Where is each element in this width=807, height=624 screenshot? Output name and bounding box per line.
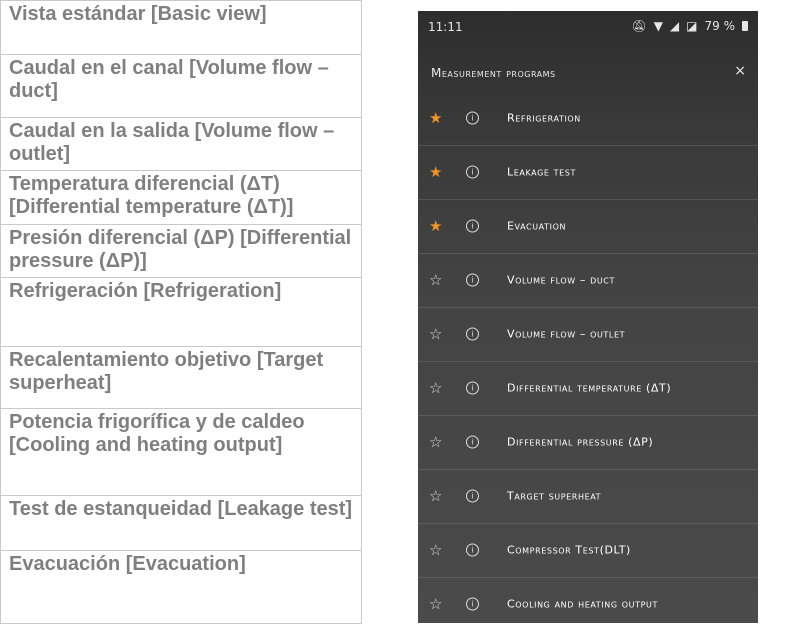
- program-label: Leakage test: [507, 165, 576, 179]
- info-icon[interactable]: i: [466, 597, 479, 611]
- table-cell: Caudal en la salida [Volume flow – outle…: [0, 118, 362, 171]
- table-cell: Temperatura diferencial (ΔT) [Differenti…: [0, 171, 362, 225]
- status-icons: 🔕︎ ▼ ◢ ◪ 79 %: [631, 19, 748, 33]
- info-icon[interactable]: i: [466, 165, 479, 179]
- list-item[interactable]: ☆ i Target superheat: [418, 469, 758, 524]
- star-filled-icon[interactable]: ★: [429, 163, 442, 181]
- list-item[interactable]: ★ i Refrigeration: [418, 91, 758, 146]
- list-item[interactable]: ☆ i Cooling and heating output: [418, 577, 758, 623]
- phone-screenshot: 11:11 🔕︎ ▼ ◢ ◪ 79 % Measurement programs…: [418, 11, 758, 623]
- table-cell: Presión diferencial (ΔP) [Differential p…: [0, 225, 362, 278]
- translation-table: Vista estándar [Basic view] Caudal en el…: [0, 0, 363, 624]
- mute-icon: 🔕︎: [631, 19, 647, 33]
- info-icon[interactable]: i: [466, 219, 479, 233]
- program-label: Volume flow – duct: [507, 273, 615, 287]
- star-outline-icon[interactable]: ☆: [429, 325, 442, 343]
- info-icon[interactable]: i: [466, 543, 479, 557]
- star-filled-icon[interactable]: ★: [429, 109, 442, 127]
- info-icon[interactable]: i: [466, 381, 479, 395]
- header: Measurement programs ×: [418, 56, 758, 96]
- list-item[interactable]: ☆ i Volume flow – duct: [418, 253, 758, 308]
- signal-icon: ◢: [669, 19, 680, 33]
- status-time: 11:11: [428, 20, 463, 34]
- info-icon[interactable]: i: [466, 111, 479, 125]
- program-label: Volume flow – outlet: [507, 327, 626, 341]
- program-label: Compressor Test(DLT): [507, 543, 631, 557]
- star-outline-icon[interactable]: ☆: [429, 379, 442, 397]
- info-icon[interactable]: i: [466, 489, 479, 503]
- battery-percent: 79 %: [704, 19, 736, 33]
- list-item[interactable]: ★ i Evacuation: [418, 199, 758, 254]
- star-outline-icon[interactable]: ☆: [429, 487, 442, 505]
- list-item[interactable]: ☆ i Differential temperature (ΔT): [418, 361, 758, 416]
- program-label: Cooling and heating output: [507, 597, 658, 611]
- list-item[interactable]: ☆ i Volume flow – outlet: [418, 307, 758, 362]
- wifi-icon: ▼: [653, 19, 663, 33]
- list-item[interactable]: ☆ i Compressor Test(DLT): [418, 523, 758, 578]
- table-cell: Vista estándar [Basic view]: [0, 0, 362, 55]
- page-title: Measurement programs: [431, 66, 556, 80]
- table-cell: Caudal en el canal [Volume flow – duct]: [0, 55, 362, 118]
- table-cell: Evacuación [Evacuation]: [0, 551, 362, 624]
- star-filled-icon[interactable]: ★: [429, 217, 442, 235]
- table-cell: Refrigeración [Refrigeration]: [0, 278, 362, 347]
- no-sim-icon: ◪: [686, 19, 698, 33]
- program-label: Target superheat: [507, 489, 602, 503]
- program-label: Evacuation: [507, 219, 567, 233]
- table-cell: Test de estanqueidad [Leakage test]: [0, 496, 362, 551]
- star-outline-icon[interactable]: ☆: [429, 541, 442, 559]
- program-label: Differential pressure (ΔP): [507, 435, 654, 449]
- info-icon[interactable]: i: [466, 327, 479, 341]
- star-outline-icon[interactable]: ☆: [429, 595, 442, 613]
- program-label: Refrigeration: [507, 111, 581, 125]
- table-cell: Recalentamiento objetivo [Target superhe…: [0, 347, 362, 409]
- battery-icon: [742, 21, 748, 31]
- list-item[interactable]: ☆ i Differential pressure (ΔP): [418, 415, 758, 470]
- info-icon[interactable]: i: [466, 273, 479, 287]
- status-bar: 11:11 🔕︎ ▼ ◢ ◪ 79 %: [418, 11, 758, 41]
- info-icon[interactable]: i: [466, 435, 479, 449]
- program-label: Differential temperature (ΔT): [507, 381, 672, 395]
- table-cell: Potencia frigorífica y de caldeo [Coolin…: [0, 409, 362, 496]
- list-item[interactable]: ★ i Leakage test: [418, 145, 758, 200]
- star-outline-icon[interactable]: ☆: [429, 433, 442, 451]
- star-outline-icon[interactable]: ☆: [429, 271, 442, 289]
- close-icon[interactable]: ×: [734, 63, 746, 79]
